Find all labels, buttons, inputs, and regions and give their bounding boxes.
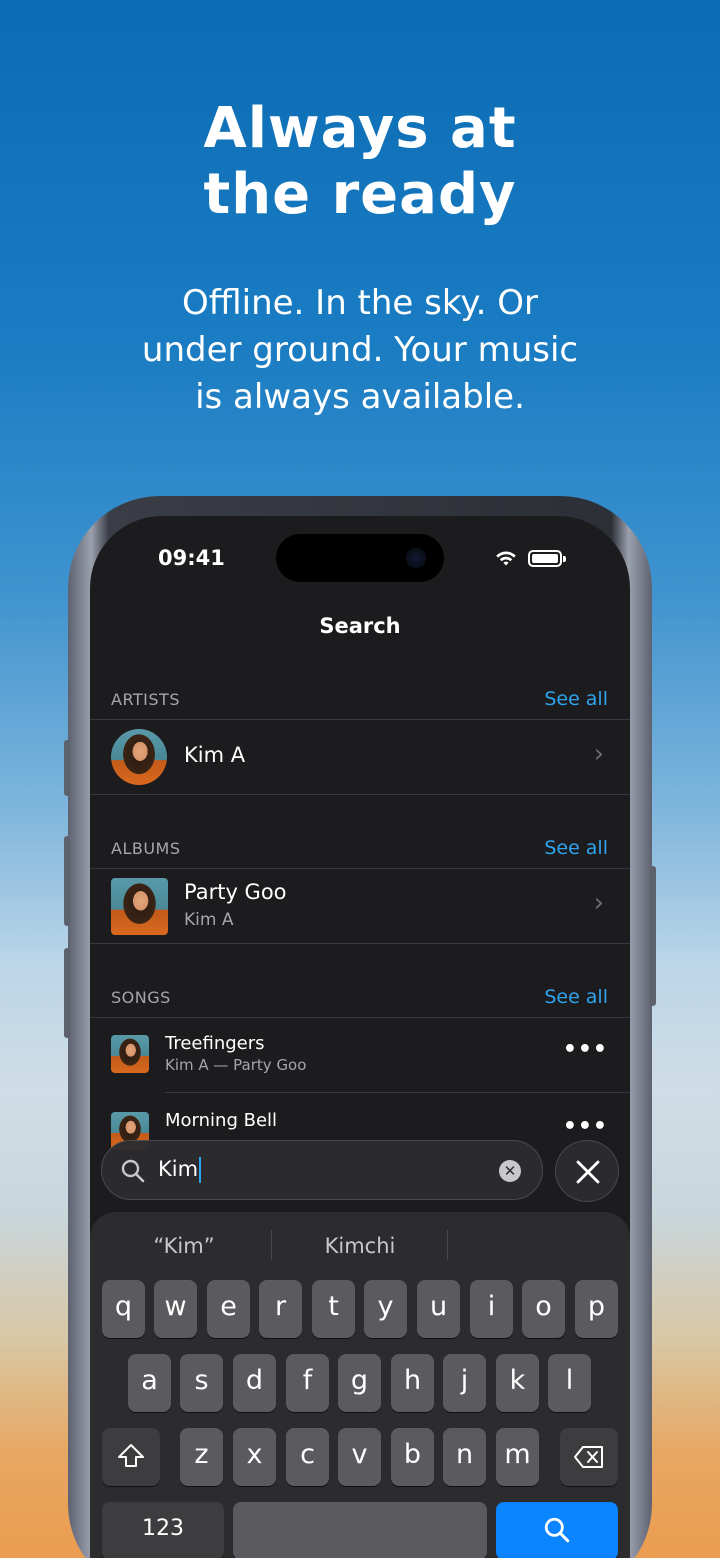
song-cover <box>111 1035 149 1073</box>
phone-volume-down-button <box>64 948 70 1038</box>
suggestion-2[interactable]: Kimchi <box>300 1234 420 1258</box>
divider <box>165 1092 630 1093</box>
key-h[interactable]: h <box>391 1354 434 1412</box>
clear-icon[interactable]: ✕ <box>499 1160 521 1182</box>
delete-key[interactable] <box>560 1428 618 1486</box>
key-x[interactable]: x <box>233 1428 276 1486</box>
phone-power-button <box>650 866 656 1006</box>
chevron-right-icon: › <box>593 888 604 918</box>
songs-label: SONGS <box>111 988 171 1007</box>
key-y[interactable]: y <box>364 1280 407 1338</box>
promo-subline-line-2: under ground. Your music <box>141 330 579 370</box>
dynamic-island <box>276 534 444 582</box>
key-k[interactable]: k <box>496 1354 539 1412</box>
shift-key[interactable] <box>102 1428 160 1486</box>
key-l[interactable]: l <box>548 1354 591 1412</box>
chevron-right-icon: › <box>593 739 604 769</box>
album-title: Party Goo <box>184 880 287 904</box>
phone-volume-up-button <box>64 836 70 926</box>
artists-label: ARTISTS <box>111 690 180 709</box>
more-options-icon[interactable]: ••• <box>563 1037 608 1062</box>
search-icon <box>544 1517 570 1543</box>
search-key[interactable] <box>496 1502 618 1558</box>
divider <box>90 719 630 720</box>
promo-subline: Offline. In the sky. Or under ground. Yo… <box>0 280 720 421</box>
key-s[interactable]: s <box>180 1354 223 1412</box>
song-title: Treefingers <box>165 1033 265 1054</box>
key-o[interactable]: o <box>522 1280 565 1338</box>
key-i[interactable]: i <box>470 1280 513 1338</box>
phone-screen: 09:41 Search ARTISTS See all Kim A › ALB… <box>90 516 630 1558</box>
phone-action-button <box>64 740 70 796</box>
album-artist: Kim A <box>184 910 234 930</box>
song-title: Morning Bell <box>165 1110 278 1131</box>
page-title: Search <box>319 614 401 638</box>
suggestion-divider <box>271 1230 272 1260</box>
key-w[interactable]: w <box>154 1280 197 1338</box>
key-v[interactable]: v <box>338 1428 381 1486</box>
key-d[interactable]: d <box>233 1354 276 1412</box>
songs-section-header: SONGS See all <box>111 986 608 1014</box>
text-caret <box>199 1157 202 1183</box>
search-input[interactable]: Kim ✕ <box>101 1140 543 1200</box>
divider <box>90 794 630 795</box>
song-subtitle: Kim A — Party Goo <box>165 1056 307 1074</box>
key-a[interactable]: a <box>128 1354 171 1412</box>
artists-section-header: ARTISTS See all <box>111 688 608 716</box>
key-t[interactable]: t <box>312 1280 355 1338</box>
search-query: Kim <box>158 1157 202 1183</box>
promo-subline-line-1: Offline. In the sky. Or <box>182 283 538 323</box>
divider <box>90 943 630 944</box>
more-options-icon[interactable]: ••• <box>563 1114 608 1139</box>
search-icon <box>121 1159 145 1183</box>
album-row[interactable]: Party Goo Kim A › <box>111 878 608 936</box>
artist-name: Kim A <box>184 743 246 767</box>
key-q[interactable]: q <box>102 1280 145 1338</box>
space-key[interactable] <box>233 1502 487 1558</box>
shift-icon <box>118 1444 144 1467</box>
search-query-text: Kim <box>158 1157 199 1181</box>
divider <box>90 1017 630 1018</box>
promo-headline-line-2: the ready <box>203 162 517 227</box>
close-icon <box>576 1160 600 1184</box>
divider <box>90 868 630 869</box>
suggestion-divider <box>447 1230 448 1260</box>
promo-headline: Always at the ready <box>0 96 720 228</box>
song-row[interactable]: Treefingers Kim A — Party Goo ••• <box>111 1033 608 1077</box>
camera-icon <box>406 548 426 568</box>
key-m[interactable]: m <box>496 1428 539 1486</box>
close-search-button[interactable] <box>555 1140 619 1202</box>
battery-icon <box>528 550 566 567</box>
key-c[interactable]: c <box>286 1428 329 1486</box>
artist-row[interactable]: Kim A › <box>111 729 608 787</box>
key-j[interactable]: j <box>443 1354 486 1412</box>
numbers-key[interactable]: 123 <box>102 1502 224 1558</box>
key-e[interactable]: e <box>207 1280 250 1338</box>
album-cover <box>111 878 168 935</box>
albums-section-header: ALBUMS See all <box>111 837 608 865</box>
artist-avatar <box>111 729 167 785</box>
key-g[interactable]: g <box>338 1354 381 1412</box>
key-f[interactable]: f <box>286 1354 329 1412</box>
albums-label: ALBUMS <box>111 839 181 858</box>
backspace-icon <box>574 1446 603 1468</box>
key-b[interactable]: b <box>391 1428 434 1486</box>
suggestion-1[interactable]: “Kim” <box>124 1234 244 1258</box>
key-p[interactable]: p <box>575 1280 618 1338</box>
artists-see-all-link[interactable]: See all <box>544 688 608 710</box>
keyboard: “Kim” Kimchi q w e r t y u i o p a s d f… <box>90 1212 630 1558</box>
promo-subline-line-3: is always available. <box>195 377 525 417</box>
status-time: 09:41 <box>158 546 225 570</box>
promo-headline-line-1: Always at <box>203 96 517 161</box>
songs-see-all-link[interactable]: See all <box>544 986 608 1008</box>
albums-see-all-link[interactable]: See all <box>544 837 608 859</box>
key-z[interactable]: z <box>180 1428 223 1486</box>
key-n[interactable]: n <box>443 1428 486 1486</box>
wifi-icon <box>496 551 516 566</box>
key-u[interactable]: u <box>417 1280 460 1338</box>
key-r[interactable]: r <box>259 1280 302 1338</box>
